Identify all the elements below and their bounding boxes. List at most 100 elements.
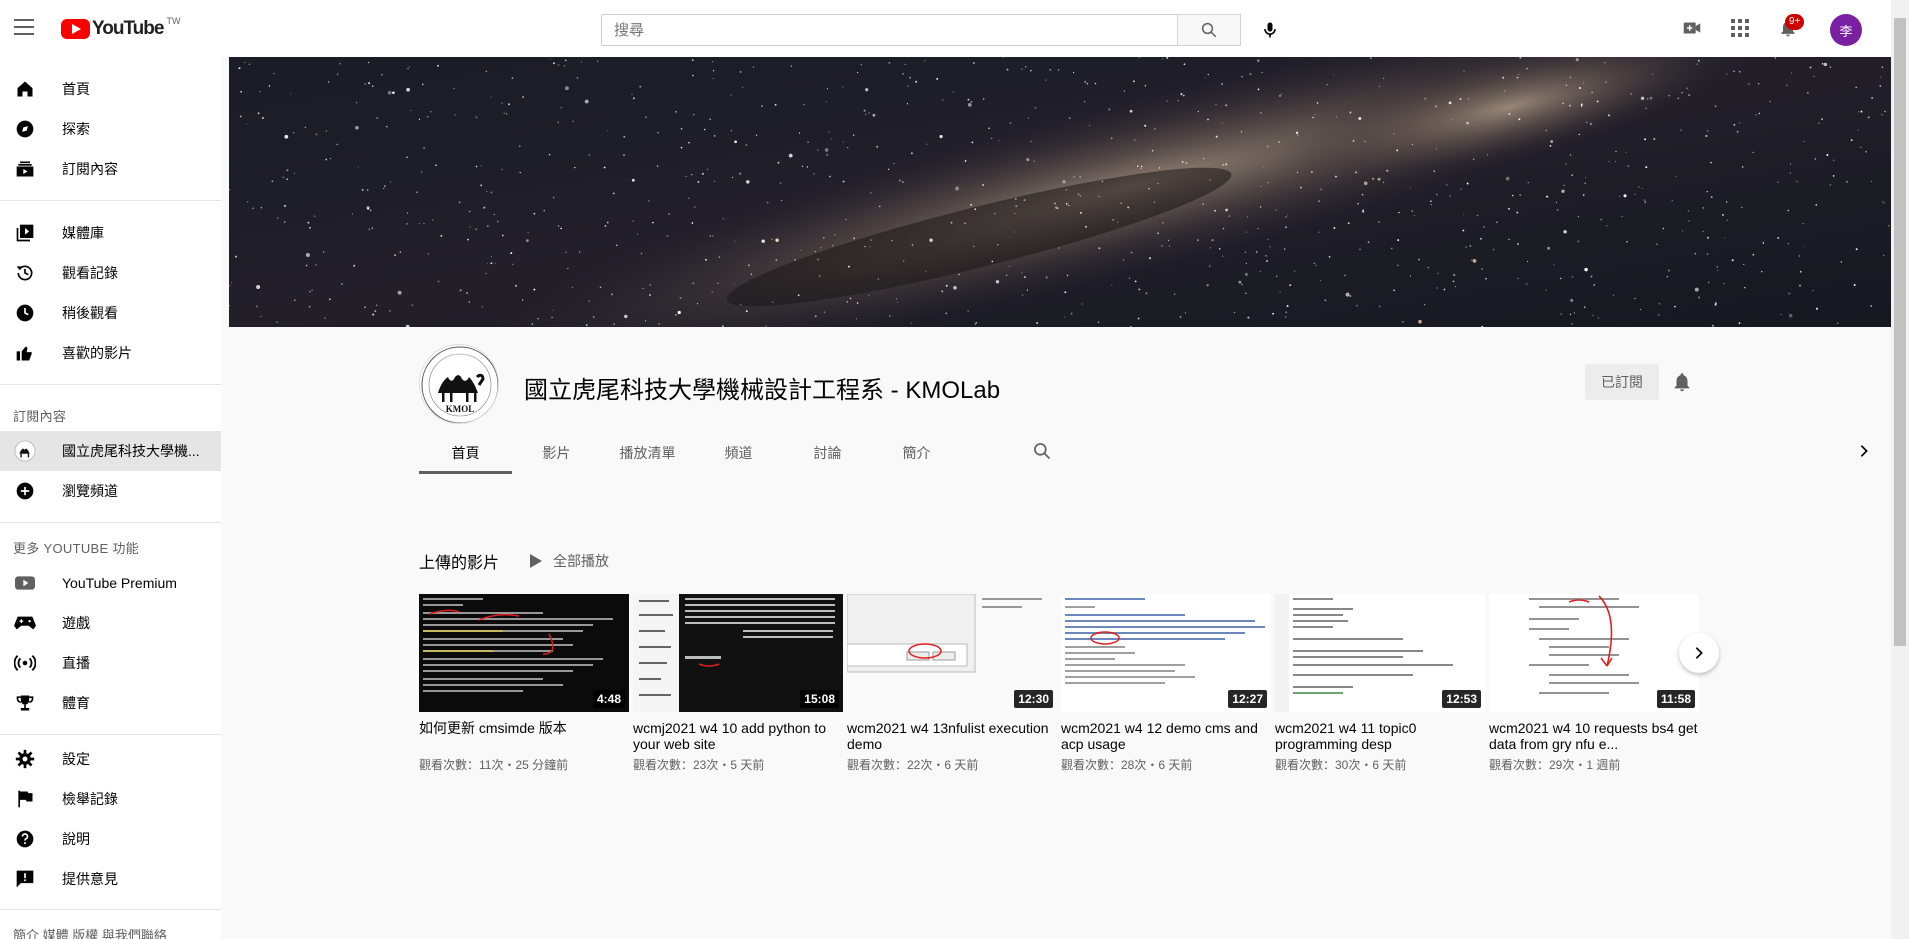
- video-thumbnail[interactable]: 12:53: [1275, 594, 1485, 712]
- video-duration: 12:27: [1228, 690, 1267, 708]
- video-thumbnail[interactable]: 12:30: [847, 594, 1057, 712]
- sidebar-item-home[interactable]: 首頁: [0, 69, 221, 109]
- channel-search-button[interactable]: [1031, 440, 1053, 462]
- sidebar-item-label: 瀏覽頻道: [62, 483, 118, 499]
- search-icon: [1034, 443, 1051, 460]
- sidebar-item-label: 說明: [62, 831, 90, 847]
- sidebar-divider: [0, 909, 221, 910]
- video-card[interactable]: 12:30 wcm2021 w4 13nfulist execution dem…: [847, 594, 1057, 773]
- tab-playlists[interactable]: 播放清單: [601, 432, 694, 474]
- video-title[interactable]: wcm2021 w4 13nfulist execution demo: [847, 720, 1057, 752]
- voice-search-button[interactable]: [1254, 14, 1286, 46]
- sidebar-footer-links[interactable]: 簡介 媒體 版權 與我們聯絡: [13, 925, 167, 939]
- sidebar-item-label: 喜歡的影片: [62, 345, 132, 361]
- subscribed-button[interactable]: 已訂閱: [1585, 364, 1659, 400]
- play-all-label: 全部播放: [553, 553, 609, 569]
- subscriptions-heading: 訂閱內容: [13, 409, 67, 424]
- channel-name: 國立虎尾科技大學機械設計工程系 - KMOLab: [524, 377, 1001, 404]
- tabs-scroll-right-button[interactable]: [1853, 440, 1875, 462]
- apps-button[interactable]: [1728, 16, 1752, 40]
- sidebar-item-library[interactable]: 媒體庫: [0, 213, 221, 253]
- sidebar-item-report-history[interactable]: 檢舉記錄: [0, 779, 221, 819]
- scrollbar-thumb[interactable]: [1894, 18, 1906, 646]
- video-card[interactable]: 4:48 如何更新 cmsimde 版本 觀看次數：11次・25 分鐘前: [419, 594, 629, 773]
- video-thumbnail[interactable]: 12:27: [1061, 594, 1271, 712]
- shelf-next-button[interactable]: [1679, 633, 1719, 673]
- more-features-heading: 更多 YOUTUBE 功能: [13, 541, 139, 556]
- tab-discussion[interactable]: 討論: [783, 432, 872, 474]
- search-button[interactable]: [1177, 14, 1241, 46]
- sidebar-item-channel-kmol[interactable]: 國立虎尾科技大學機...: [0, 431, 221, 471]
- video-thumbnail[interactable]: 11:58: [1489, 594, 1699, 712]
- plus-circle-icon: [14, 480, 36, 502]
- sidebar-item-liked-videos[interactable]: 喜歡的影片: [0, 333, 221, 373]
- home-icon: [14, 78, 36, 100]
- sidebar-item-label: 設定: [62, 751, 90, 767]
- tab-videos[interactable]: 影片: [512, 432, 601, 474]
- thumbs-up-icon: [14, 342, 36, 364]
- tab-about[interactable]: 簡介: [872, 432, 961, 474]
- sidebar-item-subscriptions[interactable]: 訂閱內容: [0, 149, 221, 189]
- video-thumbnail[interactable]: 4:48: [419, 594, 629, 712]
- create-video-button[interactable]: [1680, 16, 1704, 40]
- video-duration: 15:08: [800, 690, 839, 708]
- search-input[interactable]: [601, 14, 1177, 46]
- sidebar-item-explore[interactable]: 探索: [0, 109, 221, 149]
- channel-avatar[interactable]: KMOL: [419, 344, 499, 424]
- flag-icon: [14, 788, 36, 810]
- menu-icon[interactable]: [14, 19, 34, 37]
- notification-bell-button[interactable]: [1670, 370, 1694, 394]
- video-metadata: 觀看次數：30次・6 天前: [1275, 758, 1407, 772]
- tab-channels[interactable]: 頻道: [694, 432, 783, 474]
- subscriptions-icon: [14, 158, 36, 180]
- sidebar-item-label: 直播: [62, 655, 90, 671]
- sidebar-item-sports[interactable]: 體育: [0, 683, 221, 723]
- notification-count-badge: 9+: [1785, 14, 1805, 30]
- trophy-icon: [14, 692, 36, 714]
- video-title[interactable]: 如何更新 cmsimde 版本: [419, 720, 629, 752]
- video-title[interactable]: wcm2021 w4 11 topic0 programming desp: [1275, 720, 1485, 752]
- video-card[interactable]: 15:08 wcmj2021 w4 10 add python to your …: [633, 594, 843, 773]
- video-card[interactable]: 12:53 wcm2021 w4 11 topic0 programming d…: [1275, 594, 1485, 773]
- uploads-section-title[interactable]: 上傳的影片: [419, 549, 499, 573]
- sidebar-item-browse-channels[interactable]: 瀏覽頻道: [0, 471, 221, 511]
- account-avatar[interactable]: 李: [1830, 14, 1862, 46]
- sidebar-item-label: 體育: [62, 695, 90, 711]
- gear-icon: [14, 748, 36, 770]
- video-card[interactable]: 11:58 wcm2021 w4 10 requests bs4 get dat…: [1489, 594, 1699, 773]
- sidebar-item-settings[interactable]: 設定: [0, 739, 221, 779]
- video-metadata: 觀看次數：23次・5 天前: [633, 758, 765, 772]
- sidebar-item-label: 稍後觀看: [62, 305, 118, 321]
- video-thumbnail[interactable]: 15:08: [633, 594, 843, 712]
- sidebar-item-label: 觀看記錄: [62, 265, 118, 281]
- video-title[interactable]: wcm2021 w4 10 requests bs4 get data from…: [1489, 720, 1699, 752]
- gamepad-icon: [14, 612, 36, 634]
- history-icon: [14, 262, 36, 284]
- sidebar-divider: [0, 734, 221, 735]
- sidebar-item-send-feedback[interactable]: 提供意見: [0, 859, 221, 899]
- sidebar-item-help[interactable]: 說明: [0, 819, 221, 859]
- logo-country: TW: [166, 16, 181, 26]
- chevron-right-icon: [1695, 647, 1703, 659]
- sidebar-item-youtube-premium[interactable]: YouTube Premium: [0, 563, 221, 603]
- sidebar-item-label: 提供意見: [62, 871, 118, 887]
- tab-home[interactable]: 首頁: [419, 432, 512, 474]
- sidebar-item-label: 檢舉記錄: [62, 791, 118, 807]
- video-card[interactable]: 12:27 wcm2021 w4 12 demo cms and acp usa…: [1061, 594, 1271, 773]
- play-all-button[interactable]: 全部播放: [530, 551, 609, 571]
- microphone-icon: [1264, 22, 1276, 38]
- video-duration: 4:48: [592, 690, 625, 708]
- sidebar-item-live[interactable]: 直播: [0, 643, 221, 683]
- library-icon: [14, 222, 36, 244]
- video-duration: 12:53: [1442, 690, 1481, 708]
- video-title[interactable]: wcmj2021 w4 10 add python to your web si…: [633, 720, 843, 752]
- play-icon: [530, 554, 542, 568]
- sidebar-item-watch-later[interactable]: 稍後觀看: [0, 293, 221, 333]
- logo-text: YouTube: [92, 18, 164, 39]
- sidebar-item-history[interactable]: 觀看記錄: [0, 253, 221, 293]
- youtube-logo[interactable]: YouTube TW: [61, 16, 181, 40]
- youtube-play-icon: [61, 19, 90, 39]
- sidebar-item-gaming[interactable]: 遊戲: [0, 603, 221, 643]
- video-title[interactable]: wcm2021 w4 12 demo cms and acp usage: [1061, 720, 1271, 752]
- page-scrollbar[interactable]: [1891, 0, 1909, 939]
